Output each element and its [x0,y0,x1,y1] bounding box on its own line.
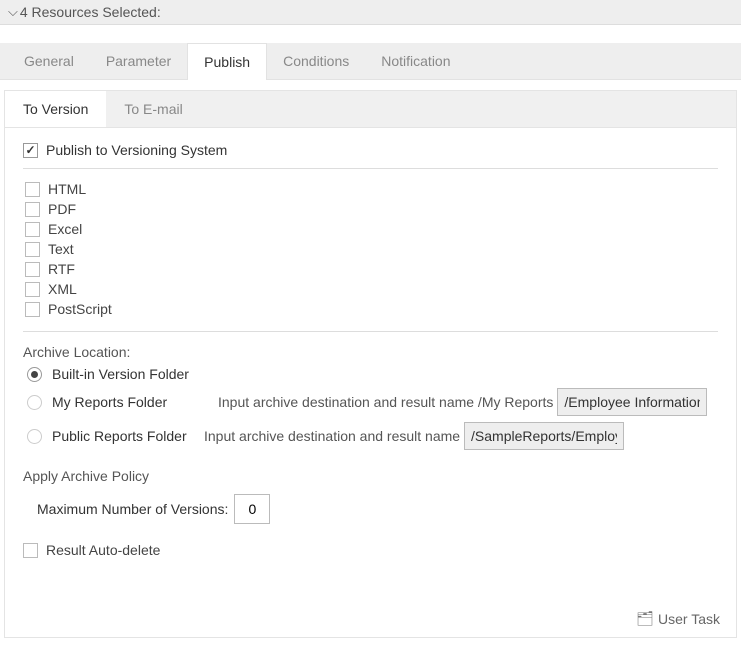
user-task-link[interactable]: 🗂 User Task [636,610,720,627]
tab-general[interactable]: General [8,43,90,79]
subtab-to-email[interactable]: To E-mail [106,91,200,127]
tab-notification[interactable]: Notification [365,43,466,79]
format-text-checkbox[interactable] [25,242,40,257]
publish-versioning-label: Publish to Versioning System [46,142,227,158]
format-pdf-label: PDF [48,201,76,217]
user-task-icon: 🗂 [636,610,654,627]
format-postscript-label: PostScript [48,301,112,317]
radio-my-reports[interactable] [27,395,42,410]
my-reports-dest-input[interactable] [557,388,707,416]
public-reports-dest-input[interactable] [464,422,624,450]
user-task-label: User Task [658,611,720,627]
apply-archive-policy-label: Apply Archive Policy [23,468,718,484]
format-html-checkbox[interactable] [25,182,40,197]
radio-public-reports-label: Public Reports Folder [52,428,200,444]
tab-conditions[interactable]: Conditions [267,43,365,79]
my-reports-dest-label: Input archive destination and result nam… [218,394,553,410]
tab-publish[interactable]: Publish [187,43,267,80]
format-excel-label: Excel [48,221,82,237]
radio-builtin-label: Built-in Version Folder [52,366,189,382]
publish-versioning-checkbox[interactable] [23,143,38,158]
format-pdf-checkbox[interactable] [25,202,40,217]
archive-location-label: Archive Location: [23,344,718,360]
radio-builtin-folder[interactable] [27,367,42,382]
auto-delete-label: Result Auto-delete [46,542,160,558]
auto-delete-checkbox[interactable] [23,543,38,558]
format-xml-label: XML [48,281,77,297]
format-postscript-checkbox[interactable] [25,302,40,317]
header-title: 4 Resources Selected: [20,4,161,20]
radio-my-reports-label: My Reports Folder [52,394,200,410]
format-xml-checkbox[interactable] [25,282,40,297]
format-rtf-checkbox[interactable] [25,262,40,277]
max-versions-label: Maximum Number of Versions: [37,501,228,517]
chevron-down-icon[interactable]: ⌵ [8,4,18,20]
subtab-to-version[interactable]: To Version [5,91,106,127]
format-list: HTML PDF Excel Text RTF XML PostScript [25,181,718,317]
radio-public-reports[interactable] [27,429,42,444]
format-text-label: Text [48,241,74,257]
tab-parameter[interactable]: Parameter [90,43,187,79]
sub-tabs: To Version To E-mail [4,90,737,128]
main-tabs: General Parameter Publish Conditions Not… [0,43,741,80]
public-reports-dest-label: Input archive destination and result nam… [204,428,460,444]
format-rtf-label: RTF [48,261,75,277]
format-html-label: HTML [48,181,86,197]
max-versions-input[interactable] [234,494,270,524]
format-excel-checkbox[interactable] [25,222,40,237]
